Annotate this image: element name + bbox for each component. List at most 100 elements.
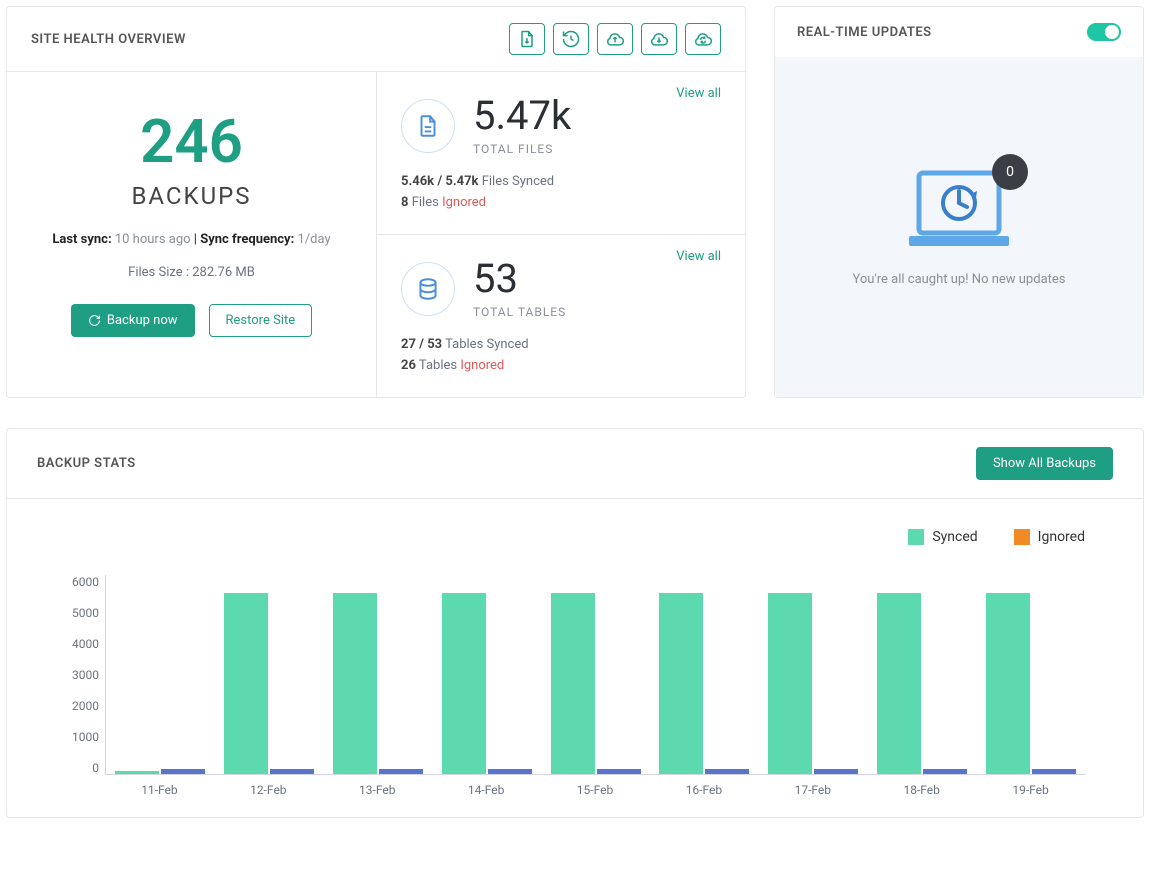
x-tick: 14-Feb	[432, 775, 541, 797]
realtime-toggle[interactable]	[1087, 23, 1121, 41]
cloud-upload-icon[interactable]	[597, 23, 633, 55]
tables-ignored-count: 26	[401, 358, 416, 373]
database-icon	[401, 262, 455, 316]
y-tick: 5000	[72, 606, 99, 620]
legend-ignored: Ignored	[1014, 529, 1085, 545]
legend-ignored-label: Ignored	[1038, 529, 1085, 545]
backups-count: 246	[27, 112, 356, 172]
bar-synced	[986, 593, 1030, 774]
bar-ignored	[705, 769, 749, 774]
chart-x-axis: 11-Feb12-Feb13-Feb14-Feb15-Feb16-Feb17-F…	[105, 775, 1085, 797]
x-tick: 18-Feb	[867, 775, 976, 797]
files-ignored-line: 8 Files Ignored	[401, 195, 721, 210]
tables-synced-count: 27 / 53	[401, 337, 442, 352]
bar-ignored	[161, 769, 205, 774]
bar-synced	[333, 593, 377, 774]
x-tick: 19-Feb	[976, 775, 1085, 797]
y-tick: 2000	[72, 699, 99, 713]
tables-ignored-text: Tables	[419, 358, 457, 373]
show-all-backups-button[interactable]: Show All Backups	[976, 447, 1113, 480]
y-tick: 3000	[72, 668, 99, 682]
files-size: Files Size : 282.76 MB	[27, 265, 356, 280]
realtime-illustration: 0	[904, 168, 1014, 252]
tables-synced-text: Tables Synced	[445, 337, 528, 352]
legend-synced: Synced	[908, 529, 977, 545]
y-tick: 0	[92, 761, 99, 775]
last-sync-label: Last sync:	[52, 232, 111, 247]
total-tables-value: 53	[473, 259, 566, 299]
x-tick: 17-Feb	[758, 775, 867, 797]
bar-synced	[768, 593, 812, 774]
files-ignored-word: Ignored	[442, 195, 486, 210]
bar-ignored	[814, 769, 858, 774]
bar-synced	[224, 593, 268, 774]
legend-synced-label: Synced	[932, 529, 977, 545]
bar-ignored	[270, 769, 314, 774]
site-health-card: SITE HEALTH OVERVIEW 246 BACKUPS Last sy…	[6, 6, 746, 398]
y-tick: 6000	[72, 575, 99, 589]
files-synced-text: Files Synced	[482, 174, 554, 189]
cloud-sync-icon[interactable]	[685, 23, 721, 55]
sync-freq-label: Sync frequency:	[200, 232, 294, 247]
bar-synced	[442, 593, 486, 774]
backup-stats-title: BACKUP STATS	[37, 456, 136, 471]
view-all-tables-link[interactable]: View all	[676, 249, 721, 264]
backup-now-label: Backup now	[107, 313, 178, 328]
chart-legend: Synced Ignored	[65, 529, 1085, 545]
view-all-files-link[interactable]: View all	[676, 86, 721, 101]
chart-area: Synced Ignored 6000500040003000200010000…	[7, 499, 1143, 817]
restore-site-label: Restore Site	[226, 313, 296, 328]
sync-freq-value: 1/day	[298, 232, 331, 247]
chart-category	[650, 575, 759, 774]
updates-count-badge: 0	[992, 154, 1028, 190]
x-tick: 15-Feb	[541, 775, 650, 797]
chart-category	[324, 575, 433, 774]
tables-ignored-word: Ignored	[460, 358, 504, 373]
legend-swatch-synced	[908, 529, 924, 545]
total-files-label: TOTAL FILES	[473, 142, 571, 156]
legend-swatch-ignored	[1014, 529, 1030, 545]
realtime-title: REAL-TIME UPDATES	[797, 25, 932, 40]
bar-synced	[115, 771, 159, 774]
backups-pane: 246 BACKUPS Last sync: 10 hours ago | Sy…	[7, 72, 377, 397]
total-tables-label: TOTAL TABLES	[473, 305, 566, 319]
y-tick: 1000	[72, 730, 99, 744]
bar-synced	[659, 593, 703, 774]
chart-category	[867, 575, 976, 774]
files-ignored-count: 8	[401, 195, 408, 210]
history-icon[interactable]	[553, 23, 589, 55]
bar-ignored	[923, 769, 967, 774]
caught-up-text: You're all caught up! No new updates	[853, 272, 1066, 287]
realtime-card: REAL-TIME UPDATES 0 You're all caught up…	[774, 6, 1144, 398]
last-sync-value: 10 hours ago	[115, 232, 191, 247]
x-tick: 11-Feb	[105, 775, 214, 797]
backup-stats-card: BACKUP STATS Show All Backups Synced Ign…	[6, 428, 1144, 818]
file-icon	[401, 99, 455, 153]
backup-now-button[interactable]: Backup now	[71, 304, 195, 337]
files-synced-line: 5.46k / 5.47k Files Synced	[401, 174, 721, 189]
x-tick: 16-Feb	[649, 775, 758, 797]
chart-plot	[105, 575, 1085, 775]
backups-label: BACKUPS	[27, 182, 356, 210]
action-icon-group	[509, 23, 721, 55]
bar-ignored	[488, 769, 532, 774]
chart-category	[541, 575, 650, 774]
cloud-download-icon[interactable]	[641, 23, 677, 55]
files-ignored-text: Files	[412, 195, 439, 210]
total-files-block: View all 5.47k TOTAL FILES 5.46k / 5.47k…	[377, 72, 745, 234]
tables-synced-line: 27 / 53 Tables Synced	[401, 337, 721, 352]
bar-synced	[551, 593, 595, 774]
meta-separator: |	[194, 232, 197, 247]
bar-ignored	[1032, 769, 1076, 774]
download-report-icon[interactable]	[509, 23, 545, 55]
bar-ignored	[379, 769, 423, 774]
total-files-value: 5.47k	[473, 96, 571, 136]
x-tick: 13-Feb	[323, 775, 432, 797]
restore-site-button[interactable]: Restore Site	[209, 304, 313, 337]
bar-ignored	[597, 769, 641, 774]
total-tables-block: View all 53 TOTAL TABLES 27 / 53 Tables …	[377, 234, 745, 397]
chart-category	[759, 575, 868, 774]
chart-category	[976, 575, 1085, 774]
chart-category	[105, 575, 215, 774]
chart-y-axis: 6000500040003000200010000	[65, 575, 105, 775]
